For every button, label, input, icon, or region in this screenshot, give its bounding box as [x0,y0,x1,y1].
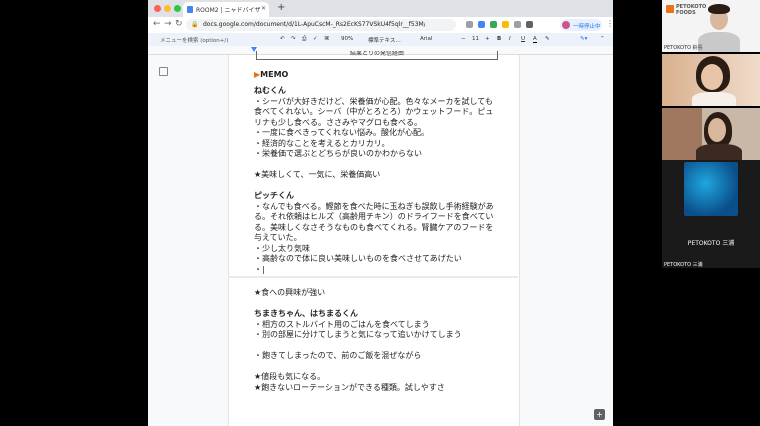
highlight-icon[interactable]: ✎ [545,36,550,42]
browser-window: ROOM2 | ニャドバイザー座談会 ✕ + ← → ↻ 🔒 docs.goog… [148,0,613,426]
participant-face [708,118,726,142]
page-break [228,276,518,278]
more-icon[interactable]: ⋮ [606,19,613,28]
document-line: ・シーバが大好きだけど、栄養価が心配。色々なメーカを試しても [254,96,493,106]
puzzle-icon[interactable] [514,21,521,28]
document-line: ・なんでも食べる。鰹節を食べた時に玉ねぎも誤飲し手術経験があ [254,201,494,211]
video-tile-3[interactable] [662,108,760,160]
italic-button[interactable]: I [509,36,511,42]
font-size-decrease-icon[interactable]: − [461,36,466,42]
document-line: ・相方のストルバイト用のごはんを食べてしまう [254,319,430,329]
document-line: ピッチくん [254,191,294,200]
undo-icon[interactable]: ↶ [280,36,285,42]
petokoto-logo-icon [666,5,674,13]
document-line: ★飽きないローテーションができる種類。試しやすさ [254,382,445,392]
paint-format-icon[interactable]: ⌘ [324,36,330,42]
zoom-select[interactable]: 90% [341,36,353,42]
forward-icon[interactable]: → [164,19,172,29]
document-line: ・少し太り気味 [254,243,310,253]
minimize-window-icon[interactable] [164,5,171,12]
spellcheck-icon[interactable]: ✓ [313,36,318,42]
document-line: ・高齢なので体に良い美味しいものを食べさせてあげたい [254,254,462,263]
browser-tab[interactable]: ROOM2 | ニャドバイザー座談会 ✕ [183,2,269,17]
video-tile-2[interactable] [662,54,760,106]
document-line: 食べてくれない。シーバ（中がとろとろ）かウェットフード。ピュ [254,107,494,116]
editing-mode-icon[interactable]: ✎▾ [580,36,587,42]
document-line: ちまきちゃん、はちまるくん [254,309,358,318]
font-size-increase-icon[interactable]: + [485,36,490,42]
document-line: ★値段も気になる。 [254,372,326,381]
close-tab-icon[interactable]: ✕ [261,5,266,12]
document-line: ★食への興味が強い [254,288,326,297]
sidebar-icon[interactable] [526,21,533,28]
explore-icon[interactable]: + [594,409,605,420]
video-tile-1[interactable]: PETOKOTO FOODS PETOKOTO 鈴島 [662,0,760,52]
url-field[interactable]: 🔒 docs.google.com/document/d/1L-ApuCscM-… [186,19,456,31]
participant-body [698,32,740,52]
document-line: ・経済的なことを考えるとカリカリ。 [254,138,390,148]
aquarium-image [684,162,738,216]
top-box-wrap: 結果とりの発信経由 [242,51,498,60]
docs-toolbar: メニューを検索 (option+/) ↶ ↷ ⎙ ✓ ⌘ 90% 標準テキス… … [148,33,613,46]
font-select[interactable]: Arial [420,36,432,42]
participant-hair [708,4,730,14]
participant-body [696,144,742,160]
document-line: リナも少し食べる。ささみやマグロも食べる。 [254,117,422,127]
menu-search[interactable]: メニューを検索 (option+/) [160,36,228,44]
participant-label: PETOKOTO 三浦 [664,262,703,268]
extension-icon[interactable] [490,21,497,28]
text-color-button[interactable]: A [533,36,537,43]
document-line: 与えていた。 [254,233,302,242]
document-line: る。美味しくなさそうなものも食べてくれる。腎臓ケアのフードを [254,222,494,232]
profile-button[interactable]: 一時停止中 [560,19,602,31]
address-bar-row: ← → ↻ 🔒 docs.google.com/document/d/1L-Ap… [148,17,613,34]
document-line: ・栄養価で選ぶとどちらが良いのかわからない [254,149,422,158]
maximize-window-icon[interactable] [174,5,181,12]
font-size-field[interactable]: 11 [472,36,479,42]
document-canvas: 結果とりの発信経由 ▶MEMO + ねむくん ・シーバが大好きだけど、栄養価が心配… [148,51,613,426]
participant-body [692,92,736,106]
participant-label: PETOKOTO 鈴島 [664,45,703,51]
collapse-menus-icon[interactable]: ⌃ [600,36,605,42]
participant-face [701,64,723,90]
avatar [562,21,570,29]
share-icon[interactable] [466,21,473,28]
reload-icon[interactable]: ↻ [175,19,183,29]
extension-icon[interactable] [502,21,509,28]
document-line: ★美味しくて、一気に、栄養価高い [254,170,381,179]
redo-icon[interactable]: ↷ [291,36,296,42]
tab-bar: ROOM2 | ニャドバイザー座談会 ✕ + [148,0,613,17]
document-line: る。それ依頼はヒルズ（高齢用チキン）のドライフードを食べてい [254,212,494,221]
memo-heading: ▶MEMO [254,70,289,79]
docs-favicon-icon [187,6,193,13]
back-icon[interactable]: ← [153,19,161,29]
tab-title: ROOM2 | ニャドバイザー座談会 [196,7,260,14]
close-window-icon[interactable] [154,5,161,12]
participant-name-center: PETOKOTO 三浦 [687,240,735,247]
document-line: ・別の部屋に分けてしまうと気になって追いかけてしまう [254,330,462,339]
document-line: ・一度に食べきってくれない悩み。酸化が心配。 [254,128,430,137]
style-select[interactable]: 標準テキス… [368,36,401,44]
new-tab-icon[interactable]: + [277,2,285,13]
bold-button[interactable]: B [497,36,501,42]
url-text: docs.google.com/document/d/1L-ApuCscM-_R… [203,21,425,28]
document-outline-icon[interactable] [159,67,168,76]
extension-icon[interactable] [478,21,485,28]
top-box: 結果とりの発信経由 [256,51,498,60]
document-line: ・飽きてしまったので、前のご飯を混ぜながら [254,351,422,360]
video-tile-4[interactable]: PETOKOTO 三浦 PETOKOTO 三浦 [662,160,760,268]
print-icon[interactable]: ⎙ [302,36,306,43]
document-line: ねむくん [254,86,286,95]
underline-button[interactable]: U [521,36,525,42]
lock-icon: 🔒 [191,21,199,28]
logo-text: PETOKOTO FOODS [676,4,707,16]
document-line: ・| [254,264,265,274]
